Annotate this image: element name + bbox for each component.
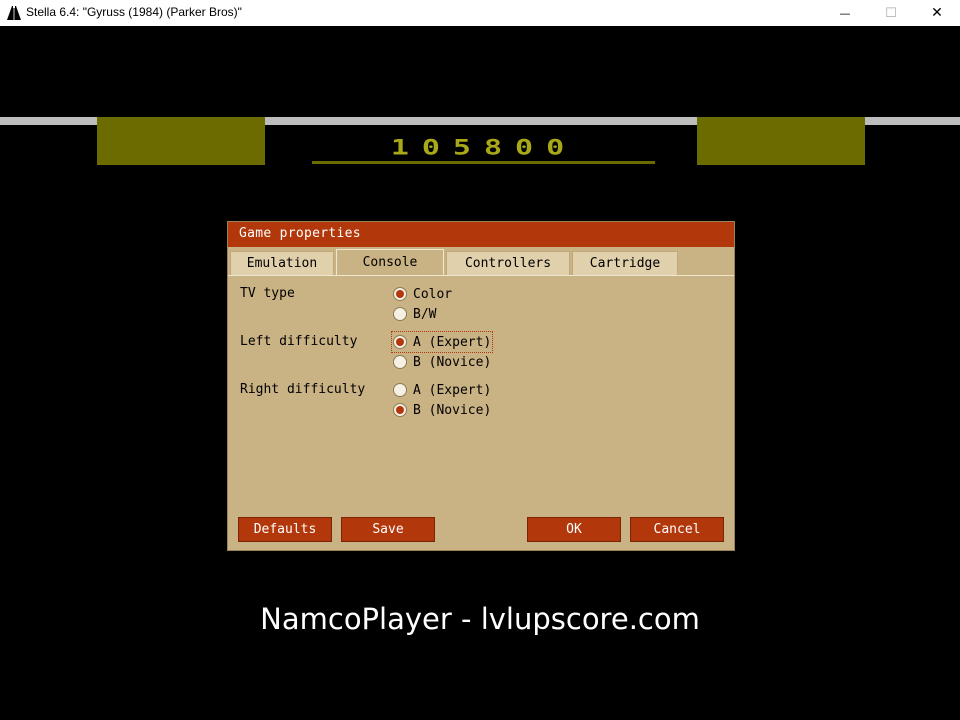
game-properties-dialog: Game properties Emulation Console Contro… (227, 221, 735, 551)
watermark-text: NamcoPlayer - lvlupscore.com (260, 602, 700, 636)
radio-label: B/W (413, 306, 437, 322)
left-difficulty-label: Left difficulty (240, 334, 358, 349)
right-difficulty-novice-radio[interactable]: B (Novice) (393, 401, 491, 419)
defaults-button[interactable]: Defaults (238, 517, 332, 542)
right-difficulty-label: Right difficulty (240, 382, 366, 397)
score-underline (312, 161, 655, 164)
radio-selected-icon (393, 287, 407, 301)
right-difficulty-expert-radio[interactable]: A (Expert) (393, 381, 491, 399)
cancel-button[interactable]: Cancel (630, 517, 724, 542)
ok-button[interactable]: OK (527, 517, 621, 542)
minimize-button[interactable]: — (822, 0, 868, 26)
window-title: Stella 6.4: "Gyruss (1984) (Parker Bros)… (26, 5, 242, 19)
left-difficulty-novice-radio[interactable]: B (Novice) (393, 353, 491, 371)
stella-app-icon (7, 6, 21, 20)
maximize-button[interactable]: ☐ (868, 0, 914, 26)
radio-label: A (Expert) (413, 382, 492, 398)
close-icon: ✕ (931, 5, 943, 21)
save-button[interactable]: Save (341, 517, 435, 542)
tab-cartridge[interactable]: Cartridge (572, 251, 678, 275)
window-titlebar: Stella 6.4: "Gyruss (1984) (Parker Bros)… (0, 0, 960, 26)
radio-unselected-icon (393, 307, 407, 321)
tab-controllers[interactable]: Controllers (446, 251, 570, 275)
tv-type-label: TV type (240, 286, 295, 301)
score-display: 105800 (390, 135, 578, 160)
tv-type-color-radio[interactable]: Color (393, 285, 452, 303)
hud-block-left (97, 117, 265, 165)
hud-block-right (697, 117, 865, 165)
dialog-titlebar[interactable]: Game properties (228, 222, 734, 247)
radio-label: A (Expert) (413, 334, 492, 350)
left-difficulty-expert-radio[interactable]: A (Expert) (390, 331, 494, 353)
radio-label: B (Novice) (413, 402, 492, 418)
tv-type-bw-radio[interactable]: B/W (393, 305, 436, 323)
tab-emulation[interactable]: Emulation (230, 251, 334, 275)
radio-selected-icon (393, 335, 407, 349)
tab-divider (228, 275, 734, 276)
close-button[interactable]: ✕ (914, 0, 960, 26)
radio-unselected-icon (393, 383, 407, 397)
radio-selected-icon (393, 403, 407, 417)
dialog-title: Game properties (239, 226, 361, 241)
minimize-icon: — (839, 6, 851, 20)
maximize-icon: ☐ (885, 5, 897, 21)
radio-unselected-icon (393, 355, 407, 369)
radio-label: B (Novice) (413, 354, 492, 370)
tab-console[interactable]: Console (336, 249, 444, 276)
radio-label: Color (413, 286, 453, 302)
